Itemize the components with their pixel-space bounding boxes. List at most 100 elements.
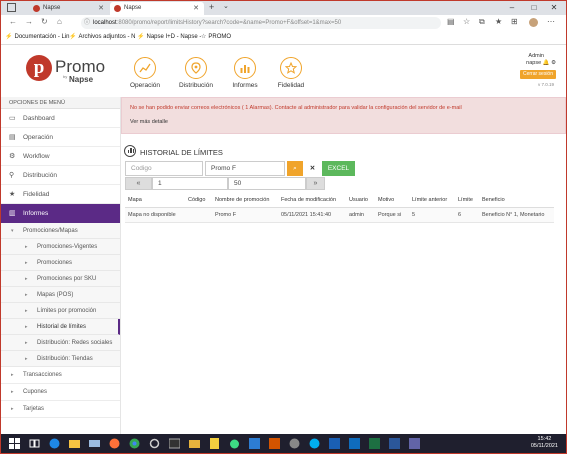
close-window-icon[interactable]: ✕ — [544, 1, 564, 15]
android-icon[interactable] — [229, 438, 240, 449]
collections-icon[interactable]: ⧉ — [479, 17, 485, 27]
notes-icon[interactable] — [209, 438, 220, 449]
bookmark-item[interactable]: ⚡ Documentación - Lin — [5, 33, 70, 40]
sidebar-item-operacion[interactable]: ▤ Operación — [1, 128, 120, 147]
new-tab-icon[interactable]: + — [209, 2, 214, 12]
sidebar-subitem[interactable]: ▸ Promociones por SKU — [1, 271, 120, 287]
bookmark-label: Archivos adjuntos - N — [78, 34, 136, 40]
nav-fidelidad[interactable]: Fidelidad — [272, 57, 310, 89]
forward-icon[interactable]: → — [25, 17, 33, 26]
column-header[interactable]: Nombre de promoción — [212, 194, 278, 208]
close-tab-icon[interactable]: ✕ — [193, 2, 199, 15]
word-icon[interactable] — [389, 438, 400, 449]
app-icon[interactable] — [249, 438, 260, 449]
bookmark-item[interactable]: ☆ PROMO — [201, 33, 231, 40]
max-input[interactable]: 50 — [228, 177, 306, 190]
app-icon[interactable] — [329, 438, 340, 449]
nav-operacion[interactable]: Operación — [126, 57, 164, 89]
sidebar-item-promociones-mapas[interactable]: ▾ Promociones/Mapas — [1, 223, 120, 239]
browser-tab-1[interactable]: Napse ✕ — [29, 2, 109, 15]
reader-icon[interactable]: ▤ — [447, 17, 455, 26]
alert-details-link[interactable]: Ver más detalle — [130, 119, 168, 125]
sidebar-subitem[interactable]: ▸ Distribución: Redes sociales — [1, 335, 120, 351]
task-view-icon[interactable] — [29, 438, 40, 449]
sidebar-item-informes[interactable]: ▥ Informes — [1, 204, 120, 223]
sidebar-subitem[interactable]: ▸ Promociones-Vigentes — [1, 239, 120, 255]
favorite-icon[interactable]: ☆ — [463, 17, 470, 26]
sidebar-item-cupones[interactable]: ▸ Cupones — [1, 384, 120, 401]
bookmark-item[interactable]: ⚡ Napse I+D - Napse - — [137, 33, 201, 40]
column-header[interactable]: Código — [185, 194, 212, 208]
sidebar-item-dashboard[interactable]: ▭ Dashboard — [1, 109, 120, 128]
column-header[interactable]: Motivo — [375, 194, 409, 208]
column-header[interactable]: Límite — [455, 194, 479, 208]
close-tab-icon[interactable]: ✕ — [98, 2, 104, 15]
sidebar-item-distribucion[interactable]: ⚲ Distribución — [1, 166, 120, 185]
gear-icon[interactable]: ⚙ — [551, 60, 556, 66]
bookmark-item[interactable]: ⚡ Archivos adjuntos - N — [69, 33, 136, 40]
nav-distribucion[interactable]: Distribución — [177, 57, 215, 89]
code-input[interactable]: Codigo — [125, 161, 203, 176]
file-explorer-icon[interactable] — [69, 438, 80, 449]
refresh-icon[interactable]: ↻ — [41, 17, 48, 26]
chevron-down-icon[interactable]: ⌄ — [223, 2, 229, 10]
column-header[interactable]: Usuario — [346, 194, 375, 208]
sidebar-item-workflow[interactable]: ⚙ Workflow — [1, 147, 120, 166]
sidebar-subitem[interactable]: ▸ Límites por promoción — [1, 303, 120, 319]
version-label: v 7.0.19 — [537, 82, 554, 87]
minimize-icon[interactable]: – — [502, 1, 522, 15]
more-icon[interactable]: ⋯ — [547, 17, 555, 26]
logout-button[interactable]: Cerrar sesión — [520, 70, 556, 79]
sidebar-subitem-historial-limites[interactable]: ▸ Historial de límites — [1, 319, 120, 335]
table-row[interactable]: Mapa no disponible Promo F 05/11/2021 15… — [125, 207, 554, 223]
column-header[interactable]: Beneficio — [479, 194, 554, 208]
url-field[interactable]: ⓘ localhost:8080/promo/report/limitsHist… — [81, 17, 441, 29]
user-name[interactable]: napse 🔔 ⚙ — [526, 60, 556, 66]
clear-button[interactable]: ✕ — [305, 161, 320, 176]
chrome-icon[interactable] — [129, 438, 140, 449]
column-header[interactable]: Límite anterior — [409, 194, 455, 208]
skype-icon[interactable] — [309, 438, 320, 449]
column-header[interactable]: Fecha de modificación — [278, 194, 346, 208]
sidebar-item-transacciones[interactable]: ▸ Transacciones — [1, 367, 120, 384]
settings-icon[interactable] — [149, 438, 160, 449]
terminal-icon[interactable] — [169, 438, 180, 449]
excel-button[interactable]: EXCEL — [322, 161, 355, 176]
chevron-right-icon: ▸ — [25, 244, 28, 250]
firefox-icon[interactable] — [109, 438, 120, 449]
windows-start-icon[interactable] — [9, 438, 20, 449]
sidebar-subitem[interactable]: ▸ Mapas (POS) — [1, 287, 120, 303]
back-icon[interactable]: ← — [9, 17, 17, 26]
tab-actions-icon[interactable] — [7, 3, 16, 12]
promo-logo-icon[interactable]: p — [26, 55, 52, 81]
extensions-icon[interactable]: ⊞ — [511, 17, 518, 26]
avatar[interactable] — [529, 18, 538, 27]
edge-icon[interactable] — [49, 438, 60, 449]
column-header[interactable]: Mapa — [125, 194, 185, 208]
prev-page-button[interactable]: « — [125, 177, 152, 190]
teams-icon[interactable] — [409, 438, 420, 449]
taskbar-clock[interactable]: 15:42 05/11/2021 — [531, 436, 558, 450]
excel-icon[interactable] — [369, 438, 380, 449]
info-icon[interactable]: ⓘ — [84, 17, 90, 29]
sidebar-item-fidelidad[interactable]: ★ Fidelidad — [1, 185, 120, 204]
outlook-icon[interactable] — [349, 438, 360, 449]
app-icon[interactable] — [289, 438, 300, 449]
mail-icon[interactable] — [89, 438, 100, 449]
nav-informes[interactable]: Informes — [226, 57, 264, 89]
sidebar-subitem[interactable]: ▸ Distribución: Tiendas — [1, 351, 120, 367]
offset-input[interactable]: 1 — [152, 177, 228, 190]
pin-icon: ⚲ — [9, 172, 15, 179]
home-icon[interactable]: ⌂ — [57, 17, 62, 26]
folder-icon[interactable] — [189, 438, 200, 449]
browser-tab-2[interactable]: Napse ✕ — [110, 2, 204, 15]
search-button[interactable]: ⌕ — [287, 161, 303, 176]
maximize-icon[interactable]: □ — [524, 1, 544, 15]
promo-name-input[interactable]: Promo F — [205, 161, 285, 176]
active-app-icon[interactable] — [269, 438, 280, 449]
next-page-button[interactable]: » — [306, 177, 325, 190]
bell-icon[interactable]: 🔔 — [543, 60, 550, 66]
sidebar-subitem[interactable]: ▸ Promociones — [1, 255, 120, 271]
sidebar-item-tarjetas[interactable]: ▸ Tarjetas — [1, 401, 120, 418]
favorites-list-icon[interactable]: ★ — [495, 17, 502, 26]
